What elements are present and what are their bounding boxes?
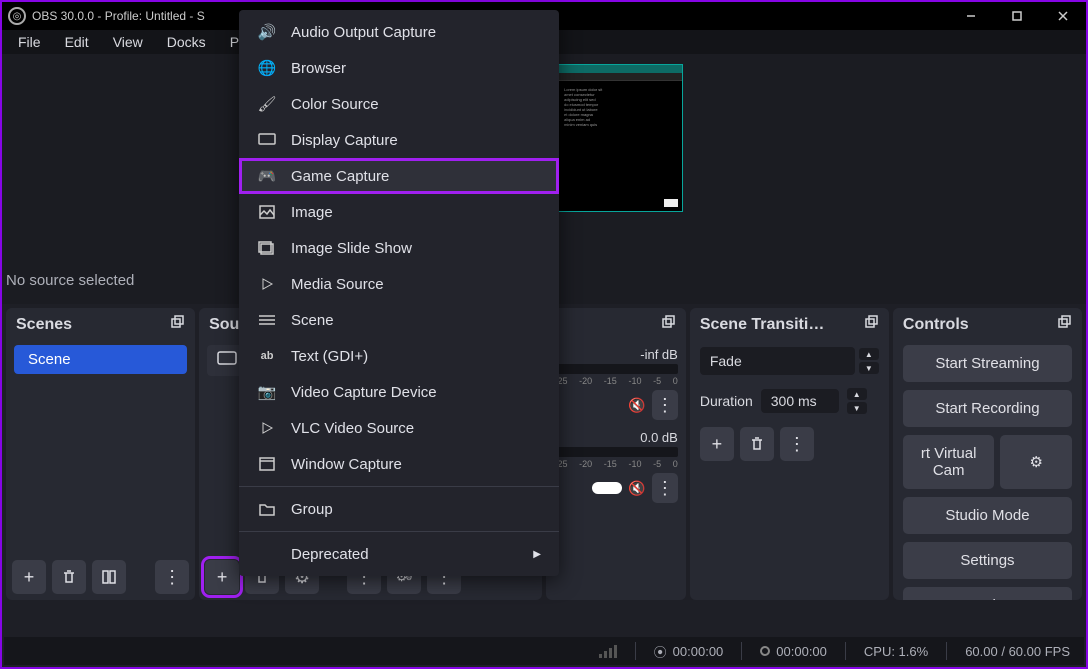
audio-channel-2: 0.0 dB -25-20-15-10-50 🔇 ⋮ xyxy=(554,428,677,503)
virtual-cam-settings-button[interactable]: ⚙ xyxy=(1000,435,1072,489)
audio-db-label: 0.0 dB xyxy=(554,428,677,447)
globe-icon: 🌐 xyxy=(257,58,277,78)
audio-meter xyxy=(554,364,677,374)
stream-time: 00:00:00 xyxy=(673,644,724,659)
record-time: 00:00:00 xyxy=(776,644,827,659)
statusbar: ⦿ 00:00:00 00:00:00 CPU: 1.6% 60.00 / 60.… xyxy=(4,637,1084,665)
controls-title: Controls xyxy=(903,316,969,334)
cpu-label: CPU: 1.6% xyxy=(864,644,928,659)
network-bars-icon xyxy=(599,644,617,658)
display-icon xyxy=(217,351,237,370)
dd-browser[interactable]: 🌐Browser xyxy=(239,50,559,86)
record-dot-icon xyxy=(760,646,770,656)
folder-icon xyxy=(257,499,277,519)
menu-edit[interactable]: Edit xyxy=(53,32,101,52)
start-recording-button[interactable]: Start Recording xyxy=(903,390,1072,427)
chevron-right-icon: ▶ xyxy=(533,549,541,560)
dd-scene[interactable]: Scene xyxy=(239,302,559,338)
studio-mode-button[interactable]: Studio Mode xyxy=(903,497,1072,534)
add-scene-button[interactable]: + xyxy=(12,560,46,594)
scenes-title: Scenes xyxy=(16,316,72,334)
dd-video-capture-device[interactable]: 📷Video Capture Device xyxy=(239,374,559,410)
settings-button[interactable]: Settings xyxy=(903,542,1072,579)
image-icon xyxy=(257,202,277,222)
sources-title: Sou xyxy=(209,316,239,334)
duration-spinner[interactable]: ▲▼ xyxy=(847,387,867,415)
audio-more-button[interactable]: ⋮ xyxy=(652,473,678,503)
scene-icon xyxy=(257,310,277,330)
scenes-panel: Scenes Scene + ⋮ xyxy=(6,308,195,600)
scenes-toolbar: + ⋮ xyxy=(6,554,195,600)
dd-game-capture[interactable]: 🎮Game Capture xyxy=(239,158,559,194)
dd-window-capture[interactable]: Window Capture xyxy=(239,446,559,482)
scene-filter-button[interactable] xyxy=(92,560,126,594)
slideshow-icon xyxy=(257,238,277,258)
controls-panel: Controls Start Streaming Start Recording… xyxy=(893,308,1082,600)
scene-more-button[interactable]: ⋮ xyxy=(155,560,189,594)
remove-transition-button[interactable] xyxy=(740,427,774,461)
menu-file[interactable]: File xyxy=(6,32,53,52)
brush-icon: 🖌 xyxy=(257,94,277,114)
popout-icon[interactable] xyxy=(863,314,879,335)
close-button[interactable] xyxy=(1040,2,1086,30)
dd-text-gdi[interactable]: abText (GDI+) xyxy=(239,338,559,374)
popout-icon[interactable] xyxy=(660,314,676,335)
maximize-button[interactable] xyxy=(994,2,1040,30)
mute-icon[interactable]: 🔇 xyxy=(628,480,645,497)
transition-select[interactable]: Fade xyxy=(700,347,855,375)
start-streaming-button[interactable]: Start Streaming xyxy=(903,345,1072,382)
preview-source-thumbnail[interactable]: Lorem ipsum dolor sitamet consecteturadi… xyxy=(557,64,683,212)
dd-deprecated[interactable]: Deprecated▶ xyxy=(239,536,559,572)
no-source-label: No source selected xyxy=(6,272,134,289)
dd-audio-output-capture[interactable]: 🔊Audio Output Capture xyxy=(239,14,559,50)
broadcast-icon: ⦿ xyxy=(654,642,667,661)
menu-view[interactable]: View xyxy=(101,32,155,52)
duration-label: Duration xyxy=(700,393,753,409)
popout-icon[interactable] xyxy=(1056,314,1072,335)
play-icon xyxy=(257,418,277,438)
dd-group[interactable]: Group xyxy=(239,491,559,527)
display-icon xyxy=(257,130,277,150)
transition-spinner[interactable]: ▲▼ xyxy=(859,347,879,375)
transitions-title: Scene Transiti… xyxy=(700,316,825,334)
dd-vlc-video-source[interactable]: VLC Video Source xyxy=(239,410,559,446)
fps-label: 60.00 / 60.00 FPS xyxy=(965,644,1070,659)
minimize-button[interactable] xyxy=(948,2,994,30)
duration-value[interactable]: 300 ms xyxy=(761,389,839,413)
gamepad-icon: 🎮 xyxy=(257,166,277,186)
speaker-icon: 🔊 xyxy=(257,22,277,42)
dd-color-source[interactable]: 🖌Color Source xyxy=(239,86,559,122)
popout-icon[interactable] xyxy=(169,314,185,335)
transition-more-button[interactable]: ⋮ xyxy=(780,427,814,461)
transitions-panel: Scene Transiti… Fade ▲▼ Duration 300 ms … xyxy=(690,308,889,600)
virtual-cam-button[interactable]: rt Virtual Cam xyxy=(903,435,995,489)
slider-knob[interactable] xyxy=(592,482,622,494)
audio-meter xyxy=(554,447,677,457)
scene-item[interactable]: Scene xyxy=(14,345,187,374)
audio-more-button[interactable]: ⋮ xyxy=(652,390,678,420)
audio-channel-1: -inf dB -25-20-15-10-50 🔇 ⋮ xyxy=(554,345,677,420)
dd-image[interactable]: Image xyxy=(239,194,559,230)
dd-media-source[interactable]: Media Source xyxy=(239,266,559,302)
audio-mixer-panel: -inf dB -25-20-15-10-50 🔇 ⋮ 0.0 dB -25-2… xyxy=(546,308,685,600)
camera-icon: 📷 xyxy=(257,382,277,402)
window-icon xyxy=(257,454,277,474)
text-icon: ab xyxy=(257,346,277,366)
add-transition-button[interactable]: + xyxy=(700,427,734,461)
audio-db-label: -inf dB xyxy=(554,345,677,364)
add-source-button[interactable]: + xyxy=(205,560,239,594)
obs-logo-icon: ◎ xyxy=(8,7,26,25)
mute-icon[interactable]: 🔇 xyxy=(628,397,645,414)
dd-image-slideshow[interactable]: Image Slide Show xyxy=(239,230,559,266)
exit-button[interactable]: Exit xyxy=(903,587,1072,600)
remove-scene-button[interactable] xyxy=(52,560,86,594)
dd-display-capture[interactable]: Display Capture xyxy=(239,122,559,158)
play-icon xyxy=(257,274,277,294)
menu-docks[interactable]: Docks xyxy=(155,32,218,52)
add-source-dropdown: 🔊Audio Output Capture 🌐Browser 🖌Color So… xyxy=(239,10,559,576)
